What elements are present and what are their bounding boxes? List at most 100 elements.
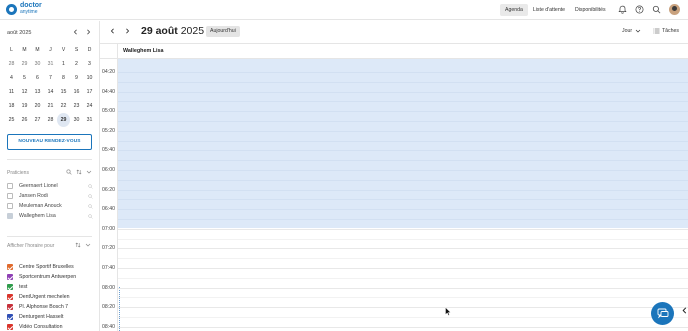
calendar-day[interactable]: 28 [44, 113, 57, 127]
calendar-toolbar: 29 août 2025 Aujourd'hui Jour Tâches [100, 21, 688, 43]
calendar-day[interactable]: 19 [18, 99, 31, 113]
calendar-day[interactable]: 5 [18, 71, 31, 85]
nav-agenda[interactable]: Agenda [500, 4, 528, 16]
practitioner-checkbox[interactable] [7, 193, 13, 199]
location-checkbox[interactable] [7, 304, 13, 310]
practitioner-checkbox[interactable] [7, 183, 13, 189]
location-checkbox[interactable] [7, 294, 13, 300]
calendar-day[interactable]: 14 [44, 85, 57, 99]
chevron-down-icon [635, 29, 641, 33]
calendar-day[interactable]: 12 [18, 85, 31, 99]
calendar-day[interactable]: 15 [57, 85, 70, 99]
location-item[interactable]: DentUrgent mechelen [7, 292, 76, 302]
day-grid: 04:20 04:40 05:00 05:20 05:40 06:00 06:20 06:40… [100, 59, 688, 331]
schedule-for-title: Afficher l'horaire pour [7, 243, 55, 249]
view-select[interactable]: Jour [622, 28, 641, 34]
chevron-left-icon[interactable] [682, 307, 687, 314]
location-name: Vidéo Consultation [19, 324, 63, 330]
bell-icon[interactable] [618, 5, 627, 14]
calendar-day[interactable]: 1 [57, 57, 70, 71]
search-icon[interactable] [88, 193, 93, 199]
calendar-day[interactable]: 21 [44, 99, 57, 113]
practitioner-checkbox[interactable] [7, 203, 13, 209]
location-item[interactable]: Centre Sportif Bruxelles [7, 262, 76, 272]
chevron-right-icon[interactable] [85, 28, 92, 36]
practitioner-checkbox[interactable] [7, 213, 13, 219]
practitioner-item[interactable]: Meuleman Anouck [7, 201, 93, 211]
location-name: Denturgent Hasselt [19, 314, 64, 320]
search-icon[interactable] [66, 169, 72, 175]
calendar-day[interactable]: 6 [31, 71, 44, 85]
calendar-day[interactable]: 7 [44, 71, 57, 85]
calendar-day[interactable]: 17 [83, 85, 96, 99]
user-avatar[interactable] [669, 4, 680, 15]
location-list: Centre Sportif Bruxelles Sportcentrum Ant… [7, 262, 76, 331]
practitioner-item[interactable]: Geernaert Lionel [7, 181, 93, 191]
chevron-down-icon[interactable] [86, 169, 92, 175]
location-checkbox[interactable] [7, 274, 13, 280]
calendar-day[interactable]: 30 [70, 113, 83, 127]
today-button[interactable]: Aujourd'hui [206, 26, 240, 37]
slot-line [118, 101, 688, 103]
location-checkbox[interactable] [7, 264, 13, 270]
calendar-day[interactable]: 16 [70, 85, 83, 99]
sort-icon[interactable] [76, 169, 82, 175]
new-appointment-button[interactable]: NOUVEAU RENDEZ-VOUS [7, 134, 92, 150]
chevron-down-icon[interactable] [85, 242, 91, 248]
location-item[interactable]: Vidéo Consultation [7, 322, 76, 331]
location-checkbox[interactable] [7, 324, 13, 330]
calendar-day[interactable]: 27 [31, 113, 44, 127]
calendar-day[interactable]: 8 [57, 71, 70, 85]
calendar-day[interactable]: 29 [18, 57, 31, 71]
top-bar: doctor anytime Agenda Liste d'attente Di… [0, 0, 688, 20]
location-checkbox[interactable] [7, 314, 13, 320]
time-slots[interactable] [118, 59, 688, 331]
location-checkbox[interactable] [7, 284, 13, 290]
tasks-button[interactable]: Tâches [653, 28, 679, 34]
sort-icon[interactable] [75, 242, 81, 248]
calendar-day[interactable]: 23 [70, 99, 83, 113]
calendar-day[interactable]: 20 [31, 99, 44, 113]
calendar-day[interactable]: 29 [57, 113, 70, 127]
nav-availabilities[interactable]: Disponibilités [570, 4, 611, 16]
calendar-day[interactable]: 30 [31, 57, 44, 71]
list-icon [653, 28, 660, 34]
calendar-day[interactable]: 31 [44, 57, 57, 71]
chat-button[interactable] [651, 302, 674, 325]
chevron-left-icon[interactable] [72, 28, 79, 36]
calendar-day[interactable]: 26 [18, 113, 31, 127]
help-icon[interactable] [635, 5, 644, 14]
calendar-day[interactable]: 11 [5, 85, 18, 99]
prev-day-icon[interactable] [109, 27, 116, 35]
calendar-day[interactable]: 22 [57, 99, 70, 113]
calendar-day[interactable]: 3 [83, 57, 96, 71]
search-icon[interactable] [88, 213, 93, 219]
nav-waiting-list[interactable]: Liste d'attente [528, 4, 570, 16]
search-icon[interactable] [88, 203, 93, 209]
calendar-day[interactable]: 31 [83, 113, 96, 127]
calendar-day[interactable]: 28 [5, 57, 18, 71]
next-day-icon[interactable] [124, 27, 131, 35]
search-icon[interactable] [88, 183, 93, 189]
location-item[interactable]: test [7, 282, 76, 292]
brand-logo[interactable]: doctor anytime [6, 2, 42, 15]
time-label: 07:20 [102, 245, 115, 252]
location-item[interactable]: Pl. Alphonse Bosch 7 [7, 302, 76, 312]
practitioner-item[interactable]: Walleghem Lisa [7, 211, 93, 221]
location-item[interactable]: Sportcentrum Antwerpen [7, 272, 76, 282]
search-icon[interactable] [652, 5, 661, 14]
calendar-day[interactable]: 9 [70, 71, 83, 85]
weekday-label: J [49, 47, 52, 53]
practitioner-name: Walleghem Lisa [19, 213, 56, 219]
location-item[interactable]: Denturgent Hasselt [7, 312, 76, 322]
calendar-day[interactable]: 18 [5, 99, 18, 113]
calendar-day[interactable]: 10 [83, 71, 96, 85]
calendar-day[interactable]: 4 [5, 71, 18, 85]
calendar-day[interactable]: 25 [5, 113, 18, 127]
calendar-day[interactable]: 24 [83, 99, 96, 113]
practitioner-item[interactable]: Jansen Rodi [7, 191, 93, 201]
calendar-day[interactable]: 2 [70, 57, 83, 71]
location-name: Sportcentrum Antwerpen [19, 274, 77, 280]
calendar-day[interactable]: 13 [31, 85, 44, 99]
time-label: 05:20 [102, 127, 115, 134]
